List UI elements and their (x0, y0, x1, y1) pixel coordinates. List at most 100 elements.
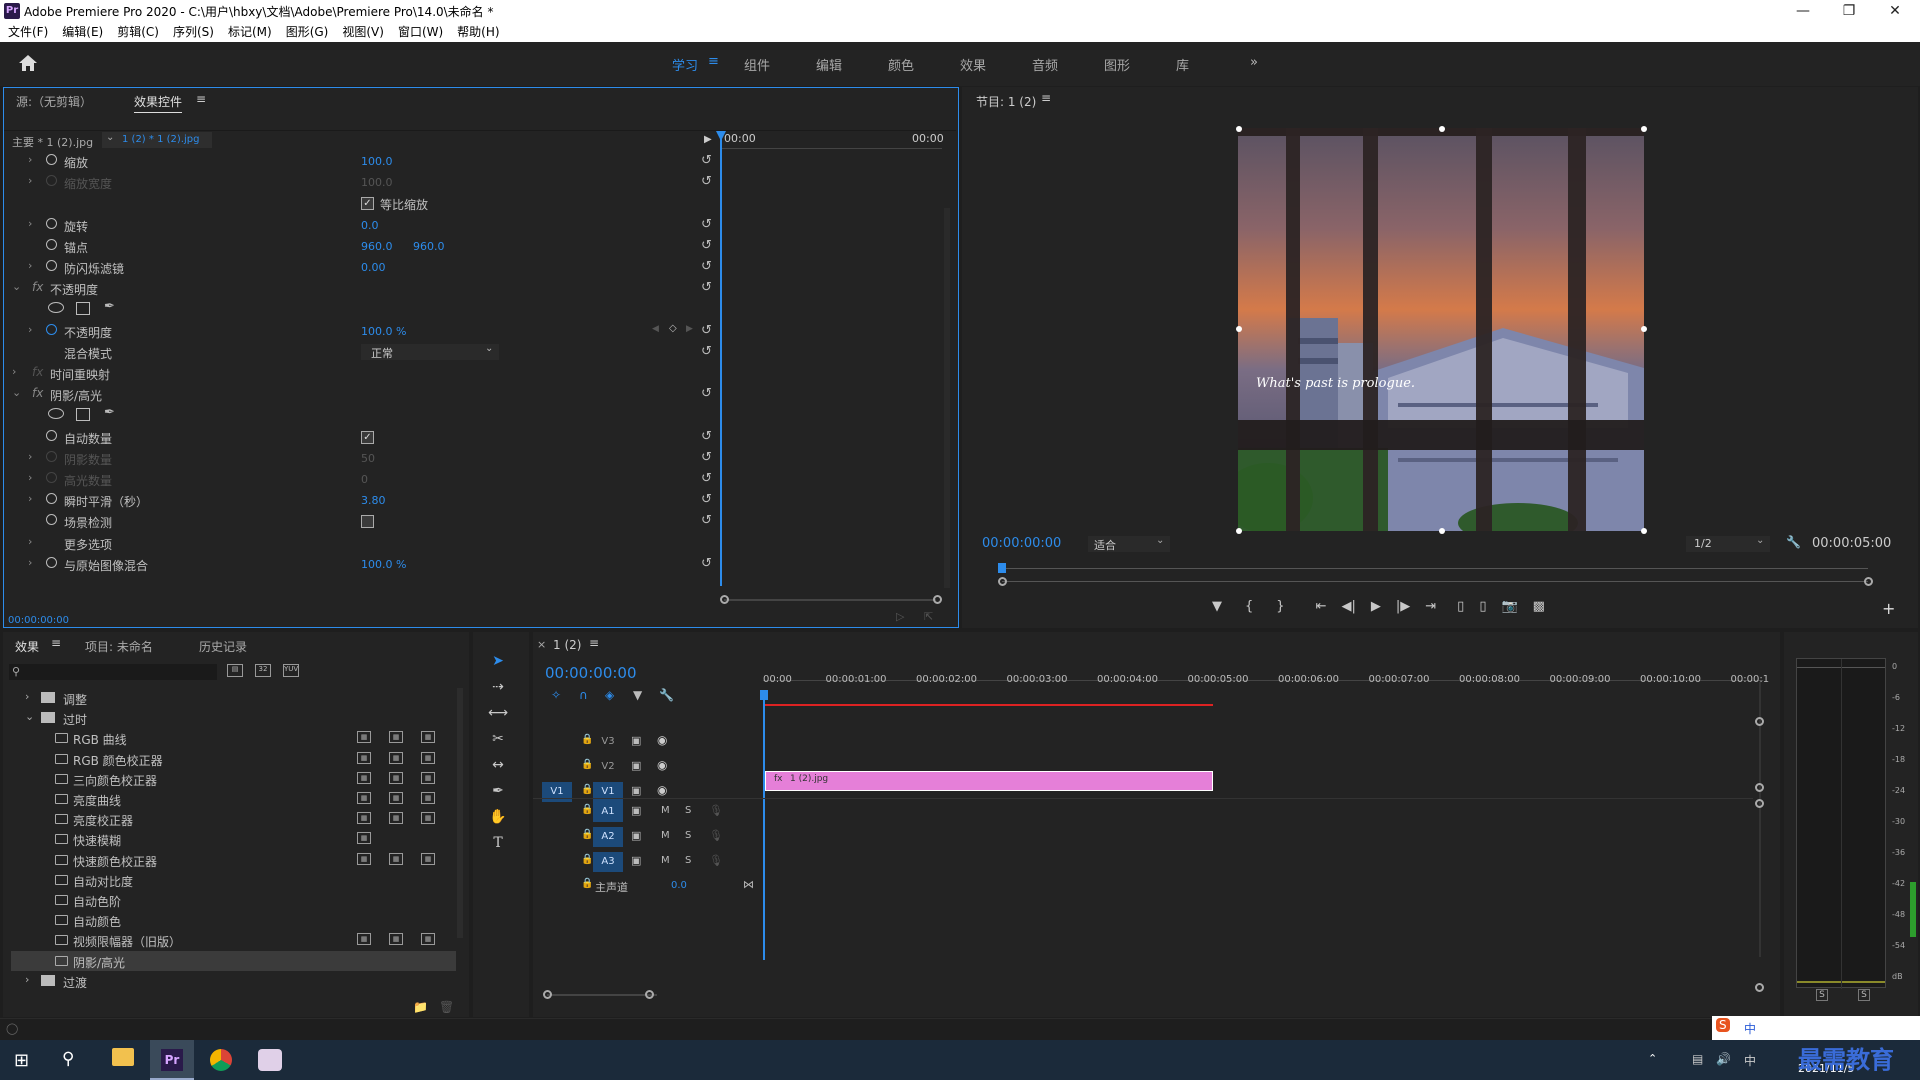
yuv-effects-filter-icon[interactable]: YUV (283, 664, 299, 677)
expand-arrow-icon[interactable]: ⌄ (25, 710, 34, 723)
go-to-out-icon[interactable]: ⇥ (1425, 599, 1436, 619)
accelerated-effects-filter-icon[interactable]: ▤ (227, 664, 243, 677)
ime-language[interactable]: 中 (1744, 1020, 1756, 1037)
track-target[interactable]: V1 (593, 782, 623, 802)
transform-handle[interactable] (1439, 126, 1445, 132)
master-clip-label[interactable]: 主要 * 1 (2).jpg (12, 134, 93, 150)
fit-select[interactable]: 适合 ⌄ (1088, 535, 1170, 552)
ec-scrollbar[interactable] (944, 208, 950, 588)
mute-button[interactable]: M (661, 855, 670, 866)
blend-mode-select[interactable]: 正常 ⌄ (361, 343, 499, 360)
home-icon[interactable] (18, 54, 38, 72)
transform-handle[interactable] (1236, 126, 1242, 132)
lock-icon[interactable]: 🔒 (581, 878, 593, 889)
stopwatch-icon[interactable] (46, 429, 57, 441)
ime-toolbar[interactable]: S 中 (1712, 1016, 1920, 1040)
expand-arrow-icon[interactable]: › (28, 174, 32, 187)
menu-marker[interactable]: 标记(M) (228, 22, 272, 42)
button-editor-icon[interactable]: + (1882, 599, 1895, 618)
menu-view[interactable]: 视图(V) (342, 22, 384, 42)
effects-scrollbar[interactable] (457, 688, 463, 938)
ec-property-value-2[interactable]: 960.0 (413, 240, 445, 253)
transform-handle[interactable] (1641, 326, 1647, 332)
timeline-v-handle[interactable] (1755, 783, 1764, 792)
reset-icon[interactable]: ↺ (701, 556, 712, 571)
expand-arrow-icon[interactable]: › (28, 492, 32, 505)
network-icon[interactable]: ▤ (1692, 1052, 1703, 1066)
program-zoom-handle[interactable] (998, 577, 1007, 586)
workspace-editing[interactable]: 编辑 (816, 55, 842, 74)
selection-tool-icon[interactable]: ➤ (487, 650, 509, 672)
ec-filter-icon[interactable]: ▷ (896, 610, 904, 623)
ime-indicator[interactable]: 中 (1744, 1052, 1756, 1069)
effects-item[interactable]: RGB 曲线 ▦ ▦ ▦ (11, 728, 456, 748)
reset-icon[interactable]: ↺ (701, 386, 712, 401)
ripple-edit-tool-icon[interactable]: ⟷ (487, 702, 509, 724)
effects-item[interactable]: 阴影/高光 (11, 950, 456, 971)
mark-out-icon[interactable]: } (1276, 599, 1284, 619)
razor-tool-icon[interactable]: ✂ (487, 728, 509, 750)
next-keyframe-icon[interactable]: ▶ (686, 324, 693, 334)
timeline-v-handle[interactable] (1755, 799, 1764, 808)
comparison-view-icon[interactable]: ▩ (1533, 599, 1545, 619)
expand-arrow-icon[interactable]: › (28, 535, 32, 548)
stopwatch-icon[interactable] (46, 450, 57, 462)
workspace-audio[interactable]: 音频 (1032, 55, 1058, 74)
go-to-in-icon[interactable]: ⇤ (1316, 599, 1327, 619)
paint-app-icon[interactable] (258, 1049, 282, 1071)
program-playhead[interactable] (998, 563, 1006, 573)
timeline-clip[interactable]: fx 1 (2).jpg (765, 771, 1213, 791)
expand-arrow-icon[interactable]: › (28, 323, 32, 336)
reset-icon[interactable]: ↺ (701, 471, 712, 486)
effects-folder[interactable]: › 过渡 (11, 971, 456, 991)
ec-property-value[interactable]: 0.00 (361, 261, 386, 274)
pen-mask-icon[interactable]: ✒ (104, 405, 115, 420)
collapse-arrow-icon[interactable]: › (25, 973, 29, 986)
fx-badge-icon[interactable]: fx (32, 386, 43, 400)
menu-sequence[interactable]: 序列(S) (173, 22, 214, 42)
add-marker-icon[interactable]: ▼ (1212, 599, 1222, 619)
reset-icon[interactable]: ↺ (701, 450, 712, 465)
timeline-h-scrollbar[interactable] (547, 994, 657, 996)
expand-arrow-icon[interactable]: ⌄ (12, 386, 21, 399)
expand-arrow-icon[interactable]: › (28, 450, 32, 463)
close-button[interactable]: ✕ (1872, 0, 1918, 22)
master-volume-value[interactable]: 0.0 (671, 880, 687, 891)
program-video-frame[interactable]: What's past is prologue. (1238, 128, 1644, 531)
reset-icon[interactable]: ↺ (701, 280, 712, 295)
ec-zoom-bar[interactable] (724, 599, 936, 601)
eye-icon[interactable]: ◉ (657, 758, 667, 772)
lock-icon[interactable]: 🔒 (581, 784, 593, 795)
hand-tool-icon[interactable]: ✋ (487, 806, 509, 828)
volume-icon[interactable]: 🔊 (1716, 1052, 1731, 1066)
solo-left-button[interactable]: S (1816, 989, 1828, 1001)
expand-arrow-icon[interactable]: › (28, 153, 32, 166)
effects-item[interactable]: 亮度曲线 ▦ ▦ ▦ (11, 789, 456, 809)
reset-icon[interactable]: ↺ (701, 259, 712, 274)
chrome-icon[interactable] (210, 1049, 232, 1071)
export-frame-icon[interactable]: 📷 (1501, 599, 1517, 619)
program-menu-icon[interactable]: ≡ (1041, 91, 1051, 105)
mute-button[interactable]: M (661, 830, 670, 841)
lock-icon[interactable]: 🔒 (581, 854, 593, 865)
ec-property-value[interactable]: 100.0 (361, 155, 393, 168)
program-ruler[interactable] (1002, 568, 1868, 569)
stopwatch-icon[interactable] (46, 175, 57, 187)
expand-arrow-icon[interactable]: › (28, 217, 32, 230)
transform-handle[interactable] (1641, 126, 1647, 132)
pen-mask-icon[interactable]: ✒ (104, 299, 115, 314)
stopwatch-icon[interactable] (46, 493, 57, 505)
quality-select[interactable]: 1/2 ⌄ (1686, 535, 1770, 552)
reset-icon[interactable]: ↺ (701, 492, 712, 507)
reset-icon[interactable]: ↺ (701, 217, 712, 232)
ec-zoom-handle-right[interactable] (933, 595, 942, 604)
track-target[interactable]: A2 (593, 827, 623, 847)
sync-lock-icon[interactable]: ▣ (631, 759, 641, 772)
file-explorer-icon[interactable] (112, 1048, 134, 1066)
program-title[interactable]: 节目: 1 (2) (976, 93, 1036, 110)
track-target[interactable]: V2 (593, 757, 623, 777)
pen-tool-icon[interactable]: ✒ (487, 780, 509, 802)
sogou-ime-icon[interactable]: S (1716, 1018, 1730, 1032)
transform-handle[interactable] (1236, 326, 1242, 332)
extract-icon[interactable]: ▯ (1479, 599, 1486, 619)
